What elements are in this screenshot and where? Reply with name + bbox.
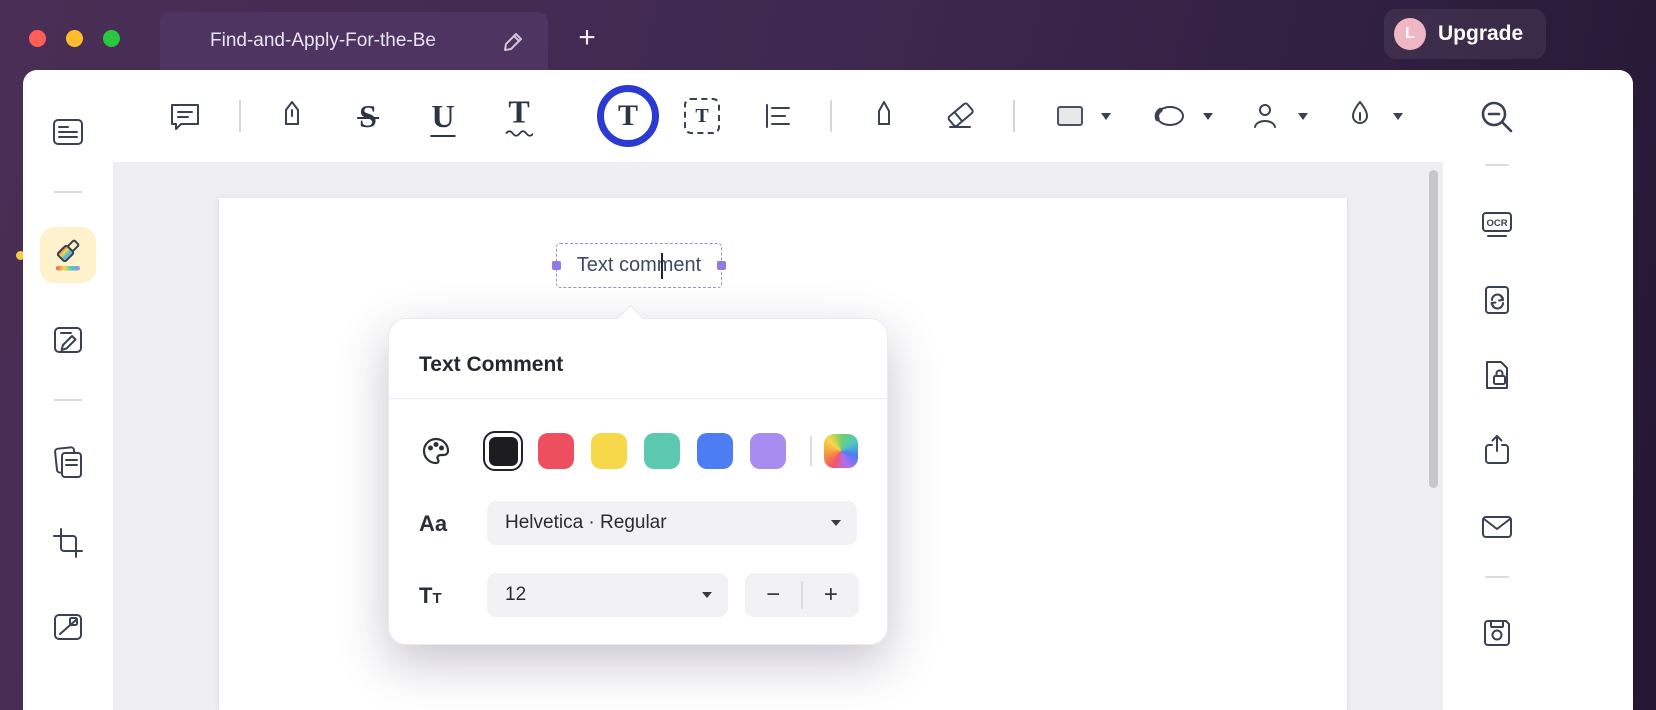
ellipse-shape-tool[interactable] — [1152, 101, 1188, 131]
tab-title-fade — [428, 12, 488, 70]
convert-page-button[interactable] — [1480, 283, 1514, 317]
avatar[interactable]: L — [1394, 18, 1426, 50]
toolbar-divider — [1013, 100, 1015, 132]
sidebar-stamp-button[interactable] — [50, 610, 86, 644]
strikethrough-glyph: S — [356, 98, 380, 134]
squiggly-wave — [505, 130, 533, 137]
squiggly-underline-tool[interactable]: T — [505, 96, 533, 137]
rectangle-tool-dropdown-chevron[interactable] — [1101, 113, 1111, 120]
protect-page-button[interactable] — [1480, 358, 1514, 392]
note-comment-tool[interactable] — [167, 99, 203, 133]
chevron-down-icon — [831, 520, 841, 526]
text-comment-popup: Text Comment Aa Helvetica · Regular Tt 1… — [388, 305, 888, 645]
color-swatch-teal[interactable] — [644, 433, 680, 469]
save-button[interactable] — [1480, 616, 1514, 650]
font-size-dropdown[interactable]: 12 — [487, 573, 728, 617]
app-window: S U T T T Text comment Text Comment Aa H… — [23, 70, 1633, 710]
selection-handle-left[interactable] — [552, 261, 561, 270]
titlebar: Find-and-Apply-For-the-Be + L Upgrade — [0, 0, 1656, 70]
font-row-label: Aa — [419, 511, 448, 536]
text-cursor — [661, 253, 663, 279]
selected-tool-ring: T — [597, 85, 659, 147]
text-box-outline: T — [684, 98, 720, 134]
pencil-tool[interactable] — [867, 99, 901, 133]
account-upgrade-area[interactable]: L Upgrade — [1384, 9, 1546, 59]
ellipse-tool-dropdown-chevron[interactable] — [1203, 113, 1213, 120]
custom-color-picker[interactable] — [824, 434, 858, 468]
minimize-window-button[interactable] — [66, 30, 83, 47]
sidebar-crop-button[interactable] — [51, 526, 85, 560]
mail-button[interactable] — [1479, 512, 1515, 542]
vertical-scrollbar[interactable] — [1429, 170, 1438, 488]
popup-divider — [389, 398, 887, 399]
chevron-down-icon — [702, 592, 712, 598]
right-rail-divider — [1485, 164, 1509, 166]
search-zoom-button[interactable] — [1477, 97, 1517, 137]
popup-title: Text Comment — [419, 353, 564, 376]
underline-glyph: U — [430, 98, 456, 137]
font-size-value: 12 — [505, 584, 527, 605]
font-family-dropdown[interactable]: Helvetica · Regular — [487, 501, 857, 545]
color-swatch-purple[interactable] — [750, 433, 786, 469]
sidebar-edit-button[interactable] — [50, 323, 86, 357]
sidebar-divider — [54, 399, 82, 401]
increase-size-button[interactable]: + — [803, 573, 859, 617]
text-tool-glyph: T — [617, 99, 638, 132]
sidebar-divider — [54, 191, 82, 193]
highlight-tool[interactable] — [275, 99, 309, 133]
stamp-tool-dropdown-chevron[interactable] — [1298, 113, 1308, 120]
typewriter-tool[interactable] — [760, 100, 794, 132]
strikethrough-tool[interactable]: S — [356, 98, 380, 134]
color-swatch-blue[interactable] — [697, 433, 733, 469]
new-tab-button[interactable]: + — [570, 22, 604, 56]
rename-tab-icon[interactable] — [502, 29, 526, 58]
stamp-person-tool[interactable] — [1248, 100, 1282, 132]
share-button[interactable] — [1480, 433, 1514, 467]
toolbar-divider — [830, 100, 832, 132]
zoom-window-button[interactable] — [103, 30, 120, 47]
squiggly-glyph: T — [508, 93, 530, 130]
right-rail-divider — [1485, 576, 1509, 578]
close-window-button[interactable] — [29, 30, 46, 47]
document-tab[interactable]: Find-and-Apply-For-the-Be — [160, 12, 548, 70]
color-swatch-yellow[interactable] — [591, 433, 627, 469]
sidebar-view-mode-button[interactable] — [50, 115, 86, 149]
ocr-label: OCR — [1486, 218, 1507, 229]
sidebar-annotate-button[interactable] — [50, 237, 86, 273]
sidebar-pages-button[interactable] — [50, 444, 86, 480]
underline-tool[interactable]: U — [430, 98, 456, 137]
ocr-button[interactable]: OCR — [1479, 209, 1515, 241]
decrease-size-button[interactable]: − — [745, 573, 801, 617]
text-box-glyph: T — [695, 105, 709, 127]
font-size-stepper: − + — [745, 573, 859, 617]
signature-tool[interactable] — [1344, 99, 1376, 133]
swatch-divider — [810, 436, 812, 466]
color-palette-icon — [420, 435, 452, 467]
font-family-value: Helvetica · Regular — [505, 512, 667, 533]
toolbar-divider — [239, 100, 241, 132]
selection-handle-right[interactable] — [717, 261, 726, 270]
text-comment-content[interactable]: Text comment — [577, 254, 701, 277]
signature-tool-dropdown-chevron[interactable] — [1393, 113, 1403, 120]
eraser-tool[interactable] — [943, 99, 977, 133]
upgrade-button[interactable]: Upgrade — [1438, 22, 1523, 46]
rectangle-shape-tool[interactable] — [1053, 101, 1087, 131]
size-row-label: Tt — [419, 583, 442, 608]
text-comment-tool-selected[interactable]: T — [597, 85, 659, 147]
color-swatch-red[interactable] — [538, 433, 574, 469]
text-box-tool[interactable]: T — [684, 98, 720, 134]
text-comment-selection-box[interactable]: Text comment — [552, 243, 726, 288]
color-swatch-black-selected[interactable] — [483, 431, 523, 471]
